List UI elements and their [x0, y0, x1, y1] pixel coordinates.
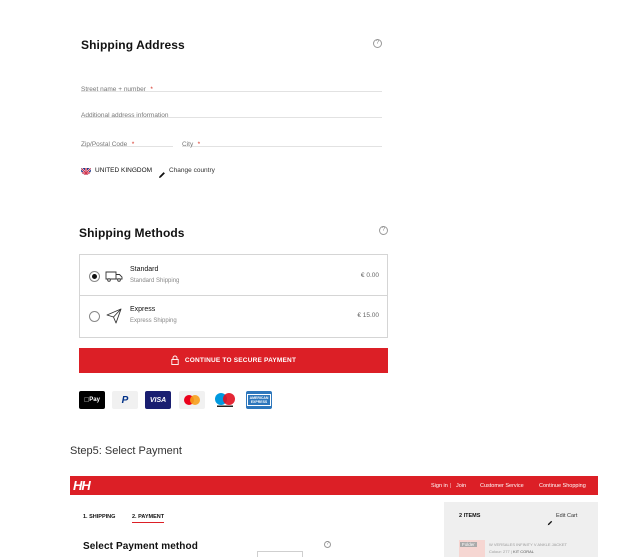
method-name: Standard — [130, 266, 159, 273]
amex-label: AMERICAN EXPRESS — [247, 394, 271, 406]
cart-summary-panel: 2 ITEMS Edit Cart Folder W VERSALES INFI… — [444, 502, 598, 557]
country-name: UNITED KINGDOM — [95, 167, 153, 174]
required-mark: * — [197, 141, 201, 148]
payment-option-box[interactable] — [257, 551, 303, 557]
nav-customer-service[interactable]: Customer Service — [480, 483, 524, 489]
pencil-icon[interactable] — [547, 513, 553, 531]
item-color-prefix: Colour: 277 | — [489, 549, 512, 554]
site-header: HH Sign in | Join Customer Service Conti… — [70, 476, 598, 495]
shipping-option-standard[interactable]: Standard Standard Shipping € 0.00 — [79, 254, 388, 296]
radio-selected-dot — [92, 274, 97, 279]
city-field[interactable]: City * — [182, 133, 382, 148]
maestro-icon — [212, 391, 238, 409]
method-subtitle: Express Shipping — [130, 318, 177, 324]
shipping-address-title: Shipping Address — [81, 38, 185, 52]
zip-label: Zip/Postal Code — [81, 141, 128, 148]
paypal-icon: P — [112, 391, 138, 409]
zip-field[interactable]: Zip/Postal Code * — [81, 133, 173, 148]
item-name: W VERSALES INFINITY V ANKLE JACKET — [489, 542, 567, 547]
nav-separator: | — [450, 483, 452, 489]
truck-icon — [105, 269, 123, 287]
additional-label: Additional address information — [81, 112, 169, 119]
help-icon[interactable]: ? — [373, 39, 382, 48]
uk-flag-icon — [81, 165, 91, 175]
required-mark: * — [131, 141, 135, 148]
tab-shipping[interactable]: 1. SHIPPING — [83, 514, 115, 520]
change-country-link[interactable]: Change country — [169, 167, 215, 174]
shipping-methods-title: Shipping Methods — [79, 226, 185, 240]
item-badge: Folder — [460, 542, 477, 547]
nav-sign-in[interactable]: Sign in — [431, 483, 448, 489]
pencil-icon[interactable] — [158, 166, 166, 184]
tab-payment[interactable]: 2. PAYMENT — [132, 514, 165, 523]
select-payment-title: Select Payment method — [83, 541, 198, 552]
help-icon[interactable]: ? — [379, 226, 388, 235]
additional-address-field[interactable]: Additional address information — [81, 104, 382, 119]
continue-to-payment-button[interactable]: CONTINUE TO SECURE PAYMENT — [79, 348, 388, 373]
edit-cart-link[interactable]: Edit Cart — [556, 513, 577, 519]
amex-icon: AMERICAN EXPRESS — [246, 391, 272, 409]
nav-continue-shopping[interactable]: Continue Shopping — [539, 483, 586, 489]
lock-icon — [171, 355, 179, 367]
visa-icon: VISA — [145, 391, 171, 409]
city-label: City — [182, 141, 194, 148]
street-label: Street name + number — [81, 86, 146, 93]
item-color: Colour: 277 | KIT CORAL — [489, 549, 534, 554]
required-mark: * — [150, 86, 153, 93]
radio-express[interactable] — [89, 311, 100, 322]
help-icon[interactable]: ? — [324, 541, 331, 548]
shipping-option-express[interactable]: Express Express Shipping € 15.00 — [79, 296, 388, 338]
apple-pay-label: Pay — [86, 397, 100, 403]
apple-pay-icon: Pay — [79, 391, 105, 409]
brand-logo[interactable]: HH — [73, 478, 91, 493]
item-color-name: KIT CORAL — [512, 549, 535, 554]
paper-plane-icon — [106, 308, 122, 329]
method-subtitle: Standard Shipping — [130, 278, 180, 284]
method-price: € 15.00 — [357, 312, 379, 319]
nav-join[interactable]: Join — [456, 483, 466, 489]
method-price: € 0.00 — [360, 272, 379, 279]
radio-standard[interactable] — [89, 271, 100, 282]
mastercard-icon — [179, 391, 205, 409]
method-name: Express — [130, 306, 156, 313]
street-field[interactable]: Street name + number * — [81, 78, 382, 93]
items-count: 2 ITEMS — [459, 513, 481, 519]
continue-label: CONTINUE TO SECURE PAYMENT — [184, 357, 297, 364]
step-caption: Step5: Select Payment — [70, 445, 182, 457]
